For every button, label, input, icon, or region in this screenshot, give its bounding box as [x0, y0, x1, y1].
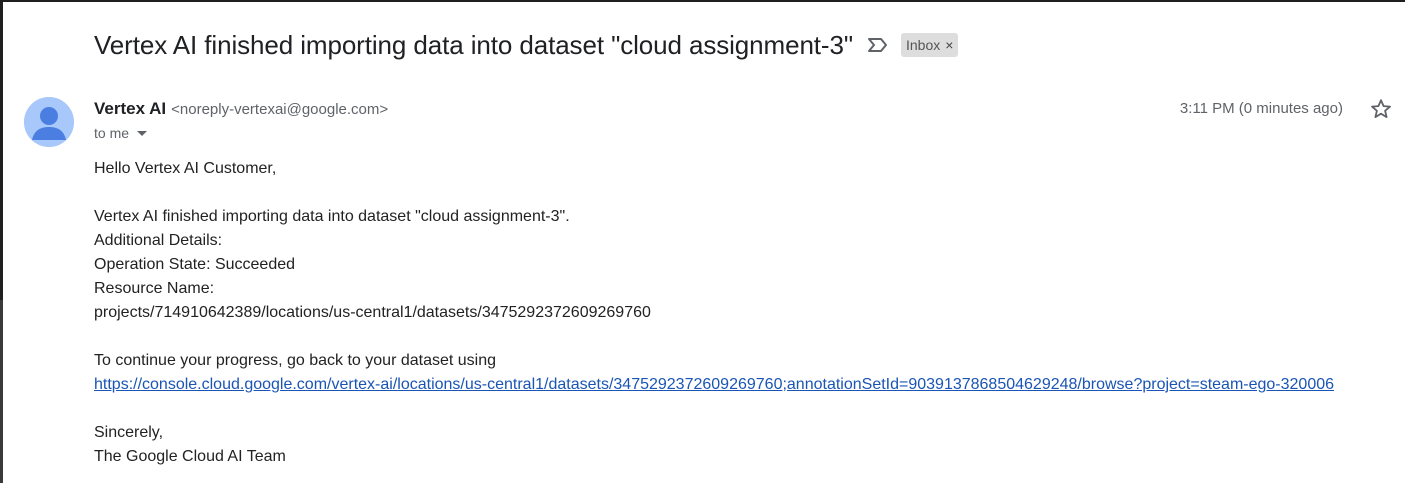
- sender-avatar: [24, 97, 74, 147]
- important-marker-icon[interactable]: [867, 37, 889, 53]
- inbox-label-chip: Inbox ×: [900, 33, 959, 57]
- body-line: projects/714910642389/locations/us-centr…: [94, 304, 651, 321]
- body-signature: The Google Cloud AI Team: [94, 448, 286, 465]
- email-subject: Vertex AI finished importing data into d…: [94, 29, 853, 60]
- recipient-details-toggle[interactable]: to me: [94, 125, 148, 141]
- star-icon[interactable]: [1369, 97, 1393, 121]
- avatar-icon: [24, 97, 74, 147]
- body-line: Operation State: Succeeded: [94, 256, 296, 273]
- remove-label-button[interactable]: ×: [945, 35, 953, 55]
- email-timestamp: 3:11 PM (0 minutes ago): [1179, 100, 1343, 117]
- email-body: Hello Vertex AI Customer, Vertex AI fini…: [94, 157, 1334, 469]
- inbox-label-text: Inbox: [905, 37, 941, 53]
- body-line: To continue your progress, go back to yo…: [94, 352, 497, 369]
- body-line: Resource Name:: [94, 280, 215, 297]
- window-left-border-lower: [0, 300, 3, 483]
- body-line: Additional Details:: [94, 232, 223, 249]
- sender-name: Vertex AI: [94, 99, 167, 118]
- dataset-link[interactable]: https://console.cloud.google.com/vertex-…: [94, 376, 1334, 393]
- subject-row: Vertex AI finished importing data into d…: [94, 26, 959, 64]
- chevron-down-icon[interactable]: [137, 130, 148, 136]
- body-closing: Sincerely,: [94, 424, 164, 441]
- body-line: Vertex AI finished importing data into d…: [94, 208, 570, 225]
- window-top-border: [0, 0, 1405, 2]
- body-greeting: Hello Vertex AI Customer,: [94, 160, 277, 177]
- sender-line: Vertex AI <noreply-vertexai@google.com>: [94, 99, 388, 119]
- recipient-text: to me: [94, 125, 130, 141]
- sender-email: <noreply-vertexai@google.com>: [171, 101, 389, 118]
